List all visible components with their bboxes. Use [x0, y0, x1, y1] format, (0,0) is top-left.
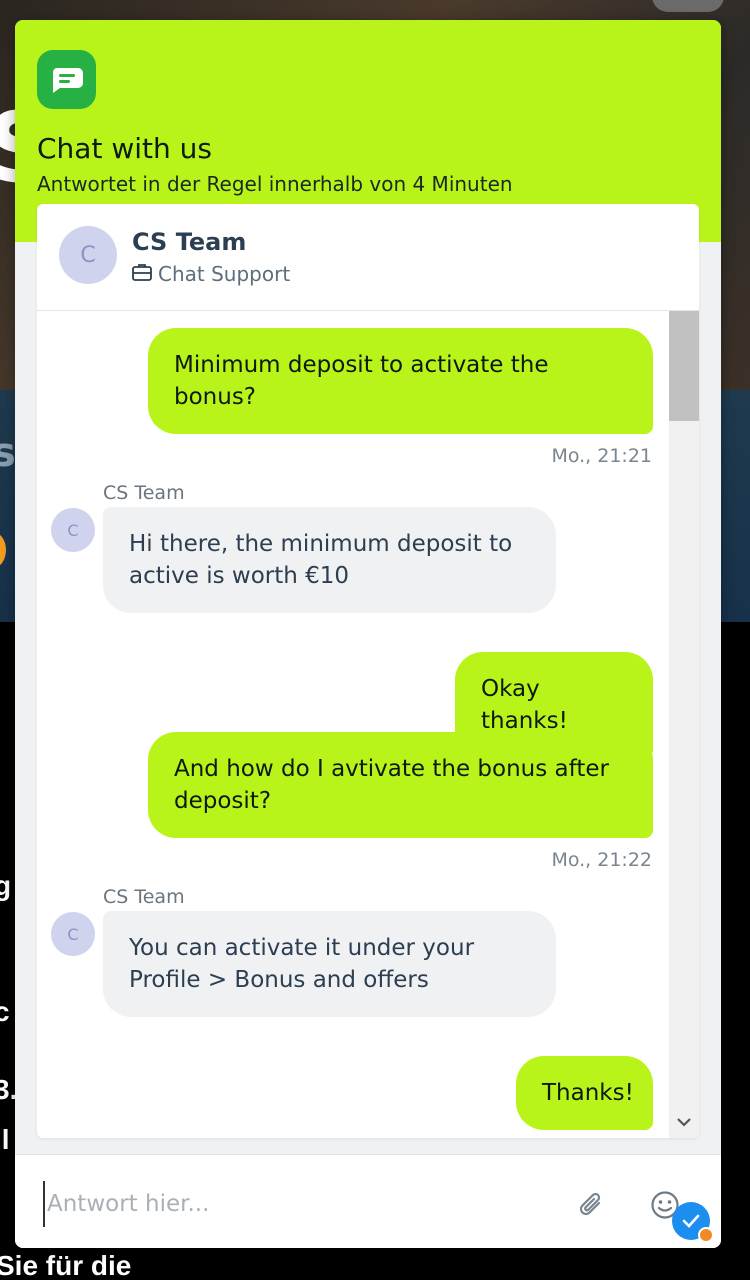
background-text-fragment: c — [0, 996, 10, 1027]
agent-role-label: Chat Support — [158, 262, 291, 286]
message-text: Thanks! — [542, 1080, 634, 1106]
status-dot — [698, 1227, 714, 1243]
message-timestamp: Mo., 21:21 — [551, 445, 652, 467]
message-text: Hi there, the minimum deposit to active … — [129, 531, 513, 589]
agent-info: C CS Team Chat Support — [37, 204, 699, 311]
message-timestamp: Mo., 21:22 — [551, 849, 652, 871]
scrollbar-thumb[interactable] — [669, 311, 699, 421]
agent-role: Chat Support — [132, 262, 290, 286]
sender-name: CS Team — [103, 482, 185, 504]
message-incoming: Hi there, the minimum deposit to active … — [103, 507, 556, 613]
message-text: And how do I avtivate the bonus after de… — [174, 756, 609, 814]
message-outgoing: Minimum deposit to activate the bonus? — [148, 328, 653, 434]
message-outgoing: Thanks! — [516, 1056, 653, 1130]
message-list[interactable]: Minimum deposit to activate the bonus? M… — [37, 311, 699, 1138]
background-text-fragment: ll — [0, 1124, 10, 1155]
background-text-fragment: Sie für die — [0, 1250, 132, 1280]
avatar: C — [51, 912, 95, 956]
response-time-text: Antwortet in der Regel innerhalb von 4 M… — [37, 172, 513, 196]
background-text-fragment: g — [0, 870, 12, 901]
sender-name: CS Team — [103, 886, 185, 908]
message-text: Minimum deposit to activate the bonus? — [174, 352, 549, 410]
message-outgoing: And how do I avtivate the bonus after de… — [148, 732, 653, 838]
background-letter-small: s — [0, 430, 16, 476]
chat-bubble-icon — [37, 50, 96, 109]
message-incoming: You can activate it under your Profile >… — [103, 911, 556, 1017]
avatar: C — [59, 226, 117, 284]
chevron-down-icon[interactable] — [673, 1111, 695, 1133]
chat-widget: Chat with us Antwortet in der Regel inne… — [15, 20, 721, 1248]
briefcase-icon — [132, 262, 152, 286]
avatar: C — [51, 508, 95, 552]
message-composer — [15, 1154, 721, 1248]
agent-name: CS Team — [132, 228, 247, 256]
message-text: Okay thanks! — [481, 676, 568, 734]
chat-title: Chat with us — [37, 132, 212, 165]
background-pill — [652, 0, 724, 12]
paperclip-icon[interactable] — [575, 1189, 609, 1223]
conversation-card: C CS Team Chat Support Minimum deposit t… — [37, 204, 699, 1138]
scrollbar[interactable] — [669, 311, 699, 1138]
reply-input[interactable] — [43, 1181, 549, 1227]
message-text: You can activate it under your Profile >… — [129, 935, 475, 993]
